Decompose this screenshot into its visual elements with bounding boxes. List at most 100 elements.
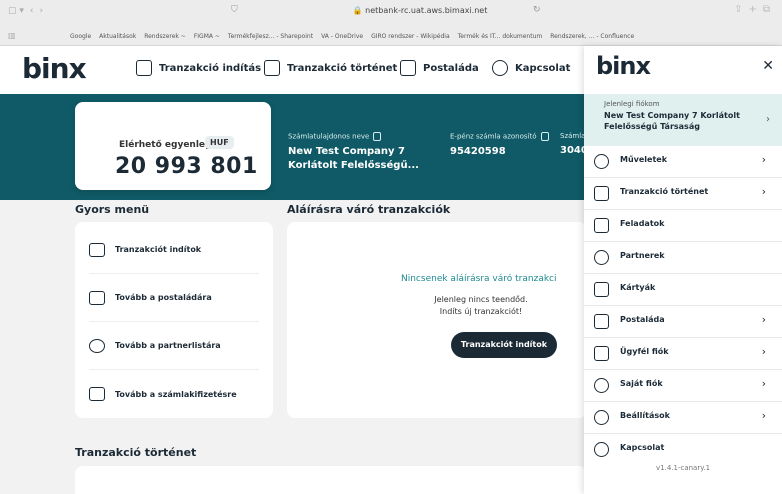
drawer-item-label: Saját fiók xyxy=(620,379,663,388)
drawer-item-label: Beállítások xyxy=(620,411,670,420)
num-label: Számla xyxy=(560,132,586,140)
pending-empty-title: Nincsenek aláírásra váró tranzakci xyxy=(401,274,557,284)
logo-text: binx xyxy=(22,52,87,85)
copy-icon[interactable] xyxy=(540,132,549,141)
nav-transfer[interactable]: Tranzakció indítás xyxy=(136,60,261,76)
reload-icon[interactable]: ↻ xyxy=(533,5,541,15)
bookmark-item[interactable]: GIRO rendszer - Wikipédia xyxy=(371,33,450,40)
close-icon[interactable]: ✕ xyxy=(762,58,774,74)
nav-contact-label: Kapcsolat xyxy=(515,62,571,74)
drawer-item-operations[interactable]: Műveletek › xyxy=(584,146,782,178)
balance-amount: 20 993 801 xyxy=(115,154,258,179)
history-card xyxy=(75,466,587,494)
quick-item-partners[interactable]: Tovább a partnerlistára xyxy=(89,322,259,370)
receipt-icon xyxy=(89,242,105,257)
pending-title: Aláírásra váró tranzakciók xyxy=(287,203,451,216)
nav-contact[interactable]: Kapcsolat xyxy=(492,60,570,76)
quick-item-label: Tranzakciót indítok xyxy=(115,245,202,254)
users-icon xyxy=(594,250,609,265)
drawer-logo: binx xyxy=(596,52,651,80)
id-label: E-pénz számla azonosító xyxy=(450,132,537,141)
start-transaction-button[interactable]: Tranzakciót indítok xyxy=(451,332,557,358)
bookmark-item[interactable]: Rendszerek ~ xyxy=(144,33,186,40)
drawer-item-mailbox[interactable]: Postaláda › xyxy=(584,306,782,338)
chevron-right-icon: › xyxy=(761,377,766,390)
binx-logo[interactable]: binx xyxy=(22,52,87,85)
bookmark-item[interactable]: FIGMA ~ xyxy=(194,33,220,40)
account-id: E-pénz számla azonosító 95420598 xyxy=(450,132,549,159)
chevron-right-icon: › xyxy=(761,185,766,198)
nav-transfer-label: Tranzakció indítás xyxy=(159,62,262,74)
invoice-icon xyxy=(89,387,105,401)
drawer-item-label: Postaláda xyxy=(620,315,665,324)
owner-value-line1: New Test Company 7 xyxy=(288,146,405,157)
id-value: 95420598 xyxy=(450,146,506,157)
mail-icon xyxy=(400,60,416,76)
browser-actions[interactable]: ⇪+⧉ xyxy=(734,4,776,15)
bookmark-item[interactable]: Rendszerek, ... - Confluence xyxy=(550,33,634,40)
drawer-item-label: Partnerek xyxy=(620,251,665,260)
card-icon xyxy=(594,282,609,297)
balance-label: Elérhető egyenleg xyxy=(119,140,212,150)
bookmark-item[interactable]: Termék és IT... dokumentum xyxy=(458,33,543,40)
quick-menu-title: Gyors menü xyxy=(75,203,150,216)
drawer-item-history[interactable]: Tranzakció történet › xyxy=(584,178,782,210)
sidebar-icon[interactable]: ▥ xyxy=(8,31,16,40)
receipt-icon xyxy=(136,60,152,76)
bookmark-item[interactable]: VA - OneDrive xyxy=(321,33,363,40)
quick-item-mailbox[interactable]: Tovább a postaládára xyxy=(89,274,259,322)
currency-badge: HUF xyxy=(205,136,234,149)
copy-icon[interactable] xyxy=(373,132,382,141)
chevron-right-icon: › xyxy=(761,313,766,326)
drawer-item-tasks[interactable]: Feladatok xyxy=(584,210,782,242)
current-account-selector[interactable]: Jelenlegi fiókom New Test Company 7 Korl… xyxy=(584,94,782,146)
pending-empty-text: Jelenleg nincs teendőd. Indíts új tranza… xyxy=(411,294,551,318)
url-text: netbank-rc.uat.aws.bimaxi.net xyxy=(365,6,488,15)
pending-sub-line1: Jelenleg nincs teendőd. xyxy=(434,295,528,304)
drawer-logo-text: binx xyxy=(596,52,651,80)
drawer-item-settings[interactable]: Beállítások › xyxy=(584,402,782,434)
mail-icon xyxy=(594,314,609,329)
drawer-item-contact[interactable]: Kapcsolat xyxy=(584,434,782,466)
chevron-right-icon: › xyxy=(761,345,766,358)
back-icon[interactable]: ‹ xyxy=(30,6,34,16)
shield-icon[interactable]: ⛉ xyxy=(231,5,238,15)
headset-icon xyxy=(594,442,609,457)
nav-mailbox[interactable]: Postaláda xyxy=(400,60,479,76)
drawer-item-client-account[interactable]: Ügyfél fiók › xyxy=(584,338,782,370)
side-drawer: binx ✕ Jelenlegi fiókom New Test Company… xyxy=(584,46,782,494)
bookmark-item[interactable]: Google xyxy=(70,33,91,40)
current-account-name: New Test Company 7 Korlátolt Felelősségű… xyxy=(604,111,740,131)
browser-chrome: ▢ ▾ ‹ › ⛉ 🔒 netbank-rc.uat.aws.bimaxi.ne… xyxy=(0,0,782,46)
current-account-label: Jelenlegi fiókom xyxy=(604,100,660,108)
owner-value-line2: Korlátolt Felelősségű... xyxy=(288,160,419,171)
balance-card: Elérhető egyenleg HUF 20 993 801 xyxy=(75,102,271,190)
drawer-item-cards[interactable]: Kártyák xyxy=(584,274,782,306)
drawer-item-label: Műveletek xyxy=(620,155,668,164)
drawer-item-label: Kártyák xyxy=(620,283,656,292)
gear-icon xyxy=(594,410,609,425)
drawer-item-label: Tranzakció történet xyxy=(620,187,709,196)
quick-item-label: Tovább a számlakifizetésre xyxy=(115,389,237,399)
drawer-item-own-account[interactable]: Saját fiók › xyxy=(584,370,782,402)
bookmark-item[interactable]: Aktualitások xyxy=(99,33,136,40)
chevron-right-icon: › xyxy=(761,409,766,422)
address-bar[interactable]: 🔒 netbank-rc.uat.aws.bimaxi.net xyxy=(290,3,550,19)
user-icon xyxy=(594,378,609,393)
bookmark-item[interactable]: Termékfejlesz... - Sharepoint xyxy=(228,33,313,40)
forward-icon[interactable]: › xyxy=(40,6,44,16)
drawer-item-partners[interactable]: Partnerek xyxy=(584,242,782,274)
quick-menu-card: Tranzakciót indítok Tovább a postaládára… xyxy=(75,222,273,418)
mail-icon xyxy=(89,290,105,305)
users-icon xyxy=(89,338,105,353)
nav-history[interactable]: Tranzakció történet xyxy=(264,60,397,76)
history-title: Tranzakció történet xyxy=(75,446,197,459)
quick-item-transfer[interactable]: Tranzakciót indítok xyxy=(89,226,259,274)
headset-icon xyxy=(492,60,508,76)
window-controls[interactable]: ▢ ▾ ‹ › xyxy=(8,6,43,16)
quick-item-label: Tovább a postaládára xyxy=(115,293,212,302)
sidebar-toggle-icon[interactable]: ▢ ▾ xyxy=(8,6,24,16)
quick-item-bills[interactable]: Tovább a számlakifizetésre xyxy=(89,370,259,418)
pending-card: Nincsenek aláírásra váró tranzakci Jelen… xyxy=(287,222,587,418)
nav-history-label: Tranzakció történet xyxy=(287,62,398,74)
